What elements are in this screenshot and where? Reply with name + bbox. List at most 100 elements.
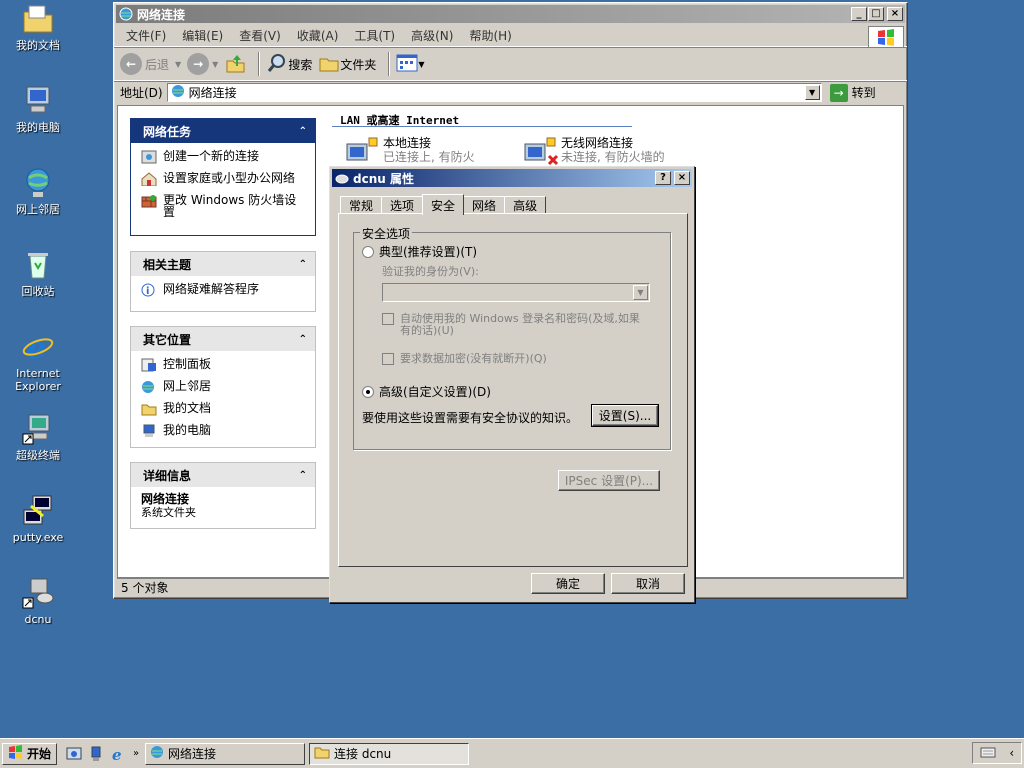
connection-name: 本地连接 — [383, 136, 432, 150]
taskbar-connect-dcnu[interactable]: 连接 dcnu — [309, 742, 470, 765]
help-button[interactable]: ? — [655, 171, 671, 185]
desktop-icon-label: 超级终端 — [16, 449, 60, 462]
desktop-icon-dcnu[interactable]: dcnu — [6, 576, 70, 626]
tab-security[interactable]: 安全 — [422, 194, 465, 215]
folder-icon — [314, 745, 330, 762]
chevron-down-icon: ▼ — [175, 59, 182, 69]
back-button[interactable]: ← 后退 ▼ — [120, 53, 181, 75]
desktop-icon-network-places[interactable]: 网上邻居 — [6, 166, 70, 216]
menu-advanced[interactable]: 高级(N) — [405, 27, 459, 44]
panel-header[interactable]: 相关主题 ⌃ — [131, 252, 315, 276]
go-arrow-icon: → — [829, 83, 848, 102]
start-button[interactable]: 开始 — [2, 742, 58, 765]
tab-advanced[interactable]: 高级 — [504, 196, 547, 214]
task-create-connection[interactable]: 创建一个新的连接 — [141, 150, 307, 164]
ipsec-settings-button[interactable]: IPSec 设置(P)... — [558, 470, 660, 491]
panel-header[interactable]: 网络任务 ⌃ — [131, 119, 315, 143]
quick-launch-overflow-icon[interactable]: » — [131, 745, 141, 763]
desktop-icon-label: Internet Explorer — [15, 367, 61, 393]
tab-networking[interactable]: 网络 — [463, 196, 506, 214]
desktop-icon-hyperterminal[interactable]: 超级终端 — [6, 412, 70, 462]
collapse-icon[interactable]: ⌃ — [299, 334, 307, 345]
quick-launch: e » — [65, 745, 145, 763]
internet-explorer-icon[interactable]: e — [109, 745, 127, 763]
menu-view[interactable]: 查看(V) — [233, 27, 287, 44]
close-button[interactable]: × — [887, 7, 903, 21]
menu-edit[interactable]: 编辑(E) — [176, 27, 229, 44]
go-button[interactable]: → 转到 — [829, 83, 876, 102]
auto-use-credentials-checkbox[interactable]: 自动使用我的 Windows 登录名和密码(及域,如果有的话)(U) — [382, 313, 650, 337]
desktop-icon-my-computer[interactable]: 我的电脑 — [6, 84, 70, 134]
minimize-button[interactable]: _ — [851, 7, 867, 21]
desktop-icon-label: 我的电脑 — [16, 121, 60, 134]
collapse-icon[interactable]: ⌃ — [299, 259, 307, 270]
up-folder-button[interactable] — [224, 52, 246, 77]
menu-tools[interactable]: 工具(T) — [348, 27, 401, 44]
address-input[interactable]: 网络连接 ▼ — [166, 83, 822, 102]
task-setup-home-network[interactable]: 设置家庭或小型办公网络 — [141, 172, 307, 187]
tab-general[interactable]: 常规 — [340, 196, 383, 214]
menu-help[interactable]: 帮助(H) — [463, 27, 517, 44]
desktop-icon-putty[interactable]: putty.exe — [6, 494, 70, 544]
taskbar-network-connections[interactable]: 网络连接 — [145, 742, 306, 765]
details-name: 网络连接 — [141, 492, 190, 506]
advanced-radio[interactable]: 高级(自定义设置)(D) — [362, 383, 491, 400]
home-network-icon — [141, 172, 157, 187]
panel-header[interactable]: 详细信息 ⌃ — [131, 463, 315, 487]
related-network-troubleshooter[interactable]: i 网络疑难解答程序 — [141, 283, 307, 297]
tab-strip: 常规 选项 安全 网络 高级 — [340, 194, 547, 215]
chevron-down-icon: ▼ — [212, 59, 219, 69]
settings-button[interactable]: 设置(S)... — [591, 404, 659, 427]
tray-expand-icon[interactable]: ‹ — [1009, 746, 1014, 760]
ok-button[interactable]: 确定 — [531, 573, 605, 594]
address-bar: 地址(D) 网络连接 ▼ → 转到 — [114, 81, 907, 103]
firewall-icon — [141, 194, 157, 208]
collapse-icon[interactable]: ⌃ — [299, 126, 307, 137]
desktop-icon-label: 回收站 — [21, 285, 55, 298]
dialog-titlebar[interactable]: dcnu 属性 ? × — [332, 169, 692, 187]
internet-explorer-icon: e — [21, 330, 55, 366]
chevron-down-icon: ▼ — [633, 285, 648, 300]
maximize-button[interactable]: □ — [868, 7, 884, 21]
search-button[interactable]: 搜索 — [266, 52, 312, 77]
svg-text:e: e — [27, 331, 46, 364]
place-my-documents[interactable]: 我的文档 — [141, 402, 307, 416]
folders-button[interactable]: 文件夹 — [318, 52, 376, 77]
address-dropdown-button[interactable]: ▼ — [804, 85, 820, 100]
views-button[interactable]: ▼ — [396, 54, 425, 75]
require-encryption-checkbox[interactable]: 要求数据加密(没有就断开)(Q) — [382, 353, 547, 365]
standard-toolbar: ← 后退 ▼ → ▼ 搜索 文件夹 ▼ — [114, 47, 907, 81]
close-button[interactable]: × — [674, 171, 690, 185]
window-titlebar[interactable]: 网络连接 _ □ × — [116, 5, 905, 23]
dialog-title: dcnu 属性 — [353, 171, 414, 186]
cancel-button[interactable]: 取消 — [611, 573, 685, 594]
verify-identity-select[interactable]: ▼ — [382, 283, 650, 302]
dialup-connection-icon — [335, 171, 349, 185]
place-my-computer[interactable]: 我的电脑 — [141, 424, 307, 438]
typical-radio[interactable]: 典型(推荐设置)(T) — [362, 243, 477, 260]
collapse-icon[interactable]: ⌃ — [299, 470, 307, 481]
security-tab-panel: 安全选项 典型(推荐设置)(T) 验证我的身份为(V): ▼ 自动使用我的 Wi… — [338, 213, 688, 567]
desktop-icon-internet-explorer[interactable]: e Internet Explorer — [6, 330, 70, 393]
computer-icon — [141, 424, 157, 438]
place-network-places[interactable]: 网上邻居 — [141, 380, 307, 394]
panel-header[interactable]: 其它位置 ⌃ — [131, 327, 315, 351]
forward-arrow-icon: → — [187, 53, 210, 75]
address-label: 地址(D) — [120, 86, 163, 100]
menu-favorites[interactable]: 收藏(A) — [291, 27, 345, 44]
forward-button[interactable]: → ▼ — [187, 53, 218, 75]
advanced-hint: 要使用这些设置需要有安全协议的知识。 — [362, 411, 579, 425]
desktop-icon-label: dcnu — [24, 613, 52, 626]
keyboard-icon[interactable] — [980, 746, 996, 761]
desktop-icon-recycle-bin[interactable]: 回收站 — [6, 248, 70, 298]
show-desktop-icon[interactable] — [65, 745, 83, 763]
desktop-icon-my-documents[interactable]: 我的文档 — [6, 2, 70, 52]
tab-options[interactable]: 选项 — [381, 196, 424, 214]
place-control-panel[interactable]: 控制面板 — [141, 358, 307, 372]
radio-indicator — [362, 385, 374, 398]
folder-icon — [21, 2, 55, 36]
menu-file[interactable]: 文件(F) — [120, 27, 172, 44]
task-firewall-settings[interactable]: 更改 Windows 防火墙设置 — [141, 194, 307, 218]
checkbox-indicator — [382, 353, 394, 365]
my-computer-quicklaunch-icon[interactable] — [87, 745, 105, 763]
